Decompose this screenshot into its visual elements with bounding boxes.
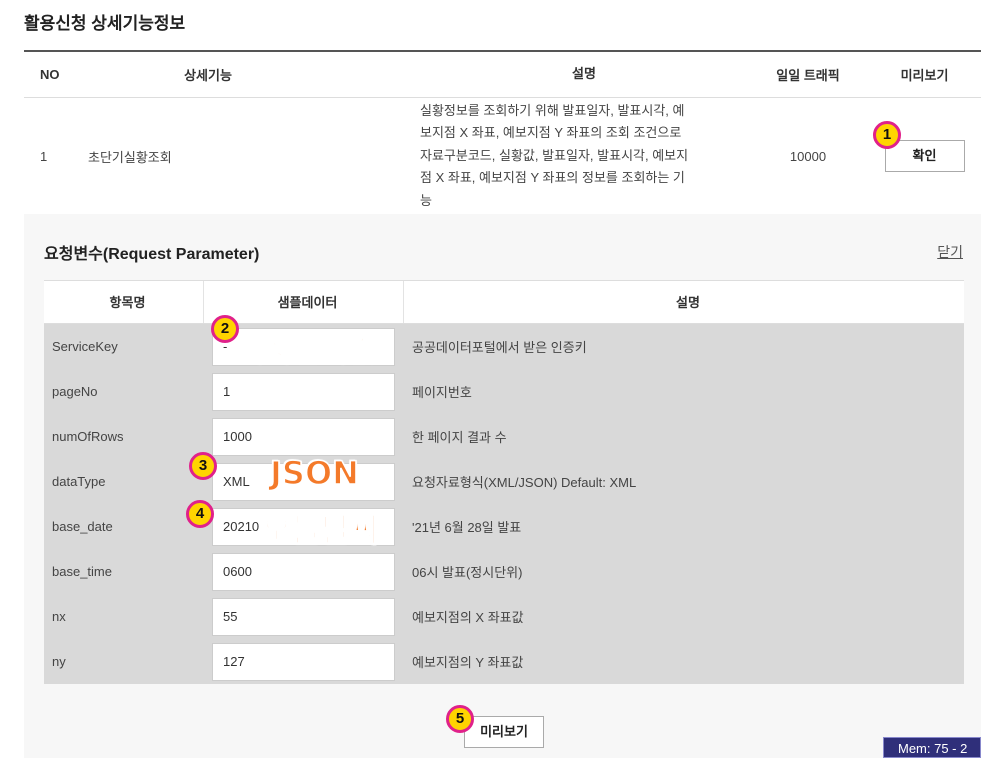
- parameter-row-pageno: pageNo 페이지번호: [44, 369, 964, 414]
- step-marker-3: 3: [189, 452, 217, 480]
- row-no: 1: [40, 148, 48, 164]
- parameter-row-base-time: base_time 06시 발표(정시단위): [44, 549, 964, 594]
- feature-table-header: NO 상세기능 설명 일일 트래픽 미리보기: [24, 52, 981, 98]
- param-desc: 페이지번호: [412, 385, 472, 400]
- param-desc: '21년 6월 28일 발표: [412, 520, 522, 535]
- step-marker-2: 2: [211, 315, 239, 343]
- param-name: dataType: [52, 474, 106, 489]
- param-desc: 한 페이지 결과 수: [412, 430, 507, 445]
- base-time-input[interactable]: [212, 552, 395, 591]
- description-line: 실황정보를 조회하기 위해 발표일자, 발표시각, 예: [420, 102, 685, 118]
- row-feature: 초단기실황조회: [88, 149, 172, 165]
- header-traffic: 일일 트래픽: [776, 68, 840, 83]
- parameter-row-numofrows: numOfRows 한 페이지 결과 수: [44, 414, 964, 459]
- param-desc: 06시 발표(정시단위): [412, 565, 523, 580]
- memory-badge: Mem: 75 - 2: [883, 737, 981, 758]
- param-name: ny: [52, 654, 66, 669]
- preview-button[interactable]: 미리보기: [464, 716, 544, 748]
- nx-input[interactable]: [212, 597, 395, 636]
- param-name: nx: [52, 609, 66, 624]
- header-preview: 미리보기: [900, 68, 949, 83]
- feature-table: NO 상세기능 설명 일일 트래픽 미리보기 1 초단기실황조회 실황정보를 조…: [24, 50, 981, 215]
- param-desc: 요청자료형식(XML/JSON) Default: XML: [412, 475, 637, 490]
- header-no: NO: [40, 67, 60, 82]
- parameter-table: 항목명 샘플데이터 설명 ServiceKey 공공데이터포털에서 받은 인증키…: [44, 280, 964, 684]
- request-title: 요청변수(Request Parameter): [44, 246, 260, 263]
- description-line: 보지점 X 좌표, 예보지점 Y 좌표의 조회 조건으로: [420, 125, 682, 141]
- param-desc: 공공데이터포털에서 받은 인증키: [412, 340, 587, 355]
- header-description: 설명: [572, 66, 596, 82]
- parameter-row-base-date: base_date '21년 6월 28일 발표: [44, 504, 964, 549]
- close-link[interactable]: 닫기: [937, 242, 963, 262]
- request-parameter-panel: 요청변수(Request Parameter) 닫기 항목명 샘플데이터 설명 …: [24, 214, 981, 758]
- page-title: 활용신청 상세기능정보: [24, 14, 186, 33]
- param-name: base_time: [52, 564, 112, 579]
- description-line: 점 X 좌표, 예보지점 Y 좌표의 정보를 조회하는 기: [420, 170, 685, 186]
- parameter-table-header: 항목명 샘플데이터 설명: [44, 280, 964, 324]
- header-sample: 샘플데이터: [204, 281, 404, 323]
- row-traffic: 10000: [789, 148, 827, 164]
- step-marker-1: 1: [873, 121, 901, 149]
- param-name: ServiceKey: [52, 339, 118, 354]
- description-line: 자료구분코드, 실황값, 발표일자, 발표시각, 예보지: [420, 147, 689, 163]
- parameter-row-nx: nx 예보지점의 X 좌표값: [44, 594, 964, 639]
- header-name: 항목명: [44, 281, 204, 323]
- row-description: 실황정보를 조회하기 위해 발표일자, 발표시각, 예 보지점 X 좌표, 예보…: [408, 100, 748, 213]
- param-name: pageNo: [52, 384, 98, 399]
- parameter-row-servicekey: ServiceKey 공공데이터포털에서 받은 인증키: [44, 324, 964, 369]
- parameter-table-body: ServiceKey 공공데이터포털에서 받은 인증키 pageNo 페이지번호…: [44, 324, 964, 684]
- ny-input[interactable]: [212, 642, 395, 681]
- numofrows-input[interactable]: [212, 417, 395, 456]
- step-marker-4: 4: [186, 500, 214, 528]
- parameter-row-ny: ny 예보지점의 Y 좌표값: [44, 639, 964, 684]
- table-row: 1 초단기실황조회 실황정보를 조회하기 위해 발표일자, 발표시각, 예 보지…: [24, 98, 981, 215]
- param-desc: 예보지점의 X 좌표값: [412, 610, 524, 625]
- step-marker-5: 5: [446, 705, 474, 733]
- annotation-copy-key: 복사한키값: [237, 333, 377, 370]
- param-desc: 예보지점의 Y 좌표값: [412, 655, 524, 670]
- header-feature: 상세기능: [184, 68, 232, 83]
- description-line: 능: [420, 192, 432, 208]
- annotation-json: JSON: [269, 453, 359, 493]
- pageno-input[interactable]: [212, 372, 395, 411]
- parameter-row-datatype: dataType 요청자료형식(XML/JSON) Default: XML: [44, 459, 964, 504]
- param-name: base_date: [52, 519, 113, 534]
- header-desc: 설명: [676, 295, 700, 310]
- param-name: numOfRows: [52, 429, 124, 444]
- annotation-today: 오늘날짜: [261, 510, 380, 550]
